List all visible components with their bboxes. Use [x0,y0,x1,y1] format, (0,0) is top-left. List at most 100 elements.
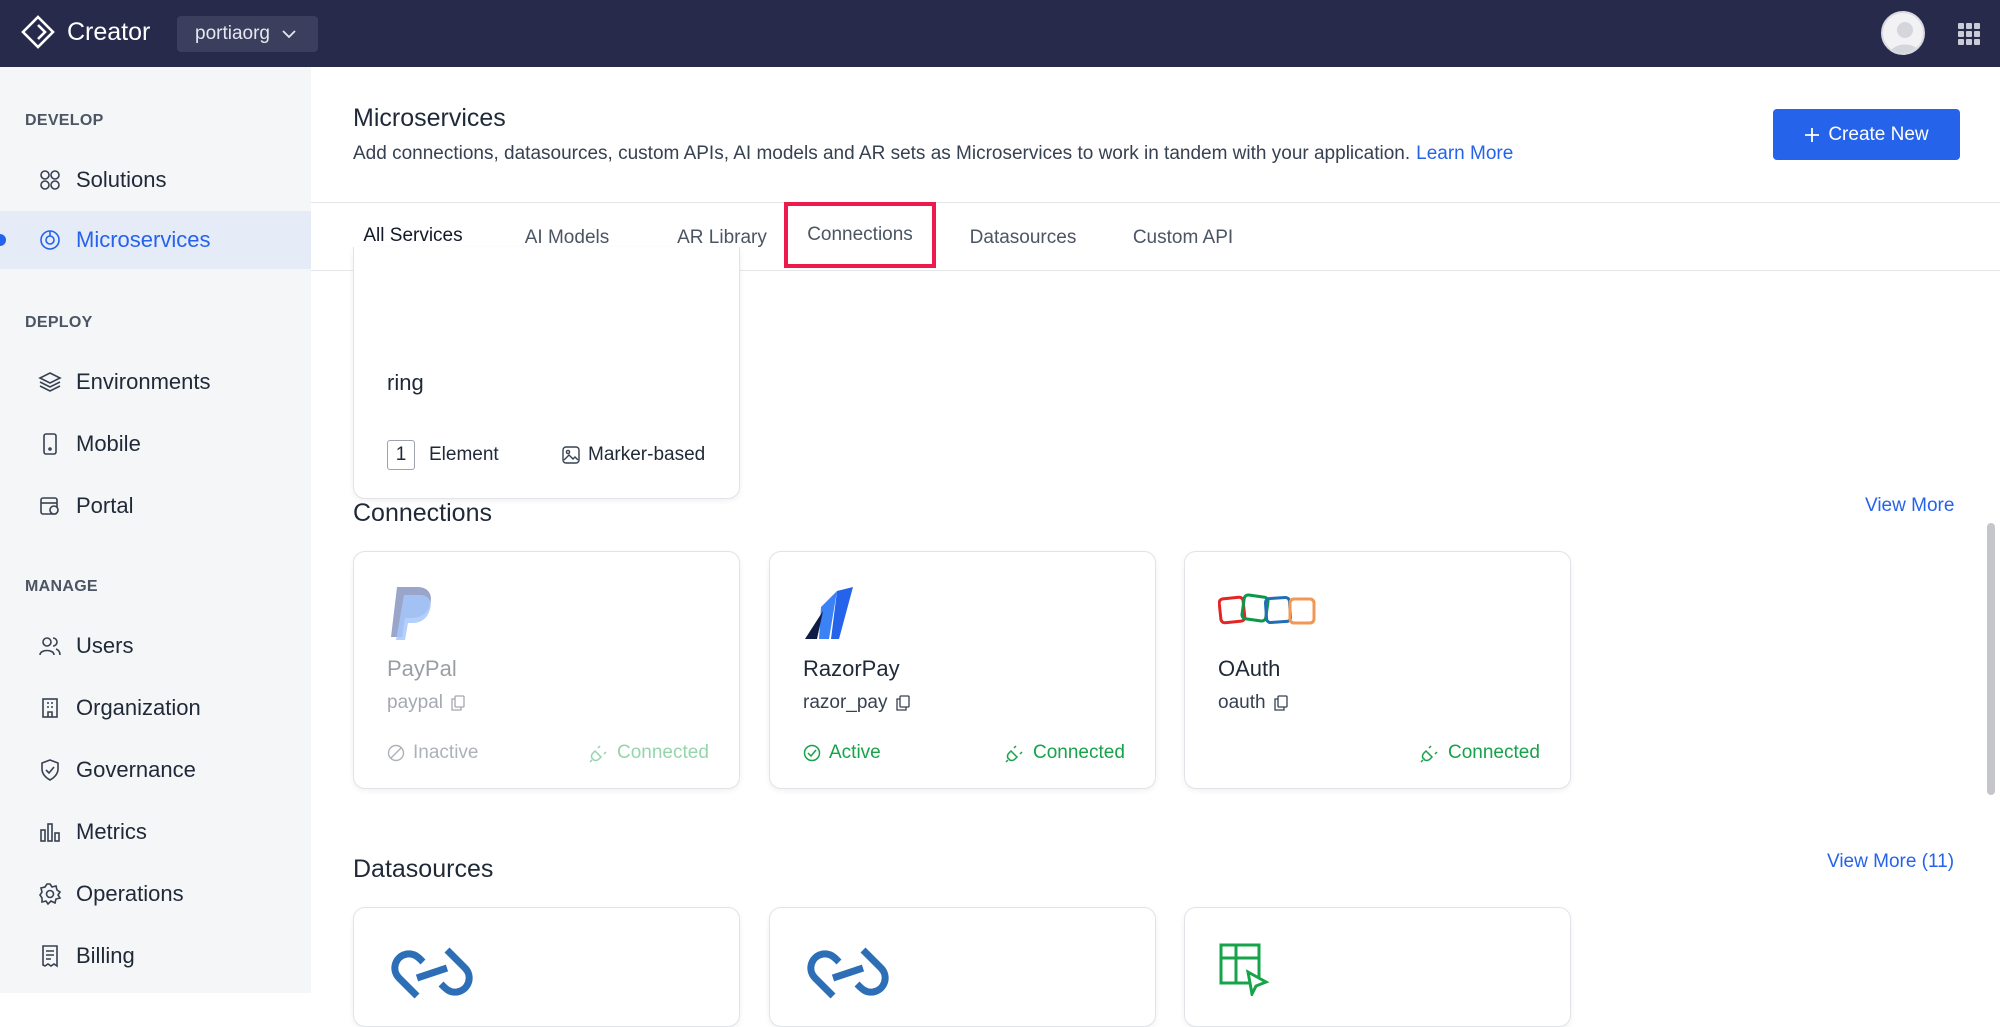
connection-name: RazorPay [803,656,900,681]
connected-text: Connected [617,742,709,763]
bar-chart-icon [40,823,60,842]
plug-icon [1420,745,1438,763]
tab-custom-api[interactable]: Custom API [1119,203,1247,272]
create-new-button[interactable]: Create New [1773,109,1960,160]
sidebar: DEVELOP Solutions Microservices DEPLOY E… [0,67,311,993]
sidebar-item-environments[interactable]: Environments [0,353,311,411]
sidebar-item-metrics[interactable]: Metrics [0,803,311,861]
plus-icon [1805,127,1820,142]
connection-id: paypal [387,692,465,714]
microservices-icon [40,230,60,250]
connected-text: Connected [1448,742,1540,763]
razorpay-logo-icon [803,585,855,646]
user-avatar-icon [1889,22,1921,53]
sheet-datasource-icon [1219,943,1270,996]
grid-icon [40,170,60,190]
paypal-logo-icon [387,585,435,646]
section-develop: DEVELOP [25,112,104,129]
connection-id-text: paypal [387,692,443,713]
avatar[interactable] [1881,11,1925,55]
connection-name: OAuth [1218,656,1281,681]
sidebar-item-label: Solutions [76,167,167,192]
receipt-icon [42,945,58,968]
datasource-card[interactable] [353,907,740,1027]
ar-type-label: Marker-based [588,444,706,465]
sidebar-item-mobile[interactable]: Mobile [0,415,311,473]
datasource-card[interactable] [769,907,1156,1027]
plug-icon [1005,745,1023,763]
image-marker-icon [562,446,580,464]
sidebar-item-operations[interactable]: Operations [0,865,311,923]
sidebar-item-microservices[interactable]: Microservices [0,211,311,269]
top-bar: Creator portiaorg [0,0,2000,67]
page-title: Microservices [353,104,506,132]
connection-id: razor_pay [803,692,910,714]
connection-id: oauth [1218,692,1288,714]
layers-icon [38,372,62,392]
description-text: Add connections, datasources, custom API… [353,143,1411,164]
gear-icon [39,883,62,906]
section-deploy: DEPLOY [25,314,93,331]
connected-badge: Connected [1005,742,1125,764]
ar-card-name: ring [387,370,424,395]
chevron-down-icon [282,29,296,38]
check-circle-icon [803,744,821,762]
element-count-badge: 1 [387,440,415,470]
portal-icon [40,497,59,515]
status-text: Inactive [413,742,479,763]
copy-icon[interactable] [1273,695,1288,711]
sidebar-item-organization[interactable]: Organization [0,679,311,737]
sidebar-item-label: Governance [76,757,196,782]
zoho-logo-icon [1217,592,1318,637]
section-manage: MANAGE [25,578,98,595]
sidebar-item-label: Microservices [76,227,211,252]
status-text: Active [829,742,881,763]
connection-card-razorpay[interactable]: RazorPay razor_pay Active Connected [769,551,1156,789]
sidebar-item-label: Mobile [76,431,141,456]
datasource-card[interactable] [1184,907,1571,1027]
building-icon [42,698,58,718]
sidebar-item-label: Portal [76,493,134,518]
create-new-label: Create New [1828,123,1929,145]
page-scrollbar[interactable] [1987,523,1995,795]
sidebar-item-billing[interactable]: Billing [0,927,311,985]
tab-connections[interactable]: Connections [784,202,936,268]
element-count-label: Element [429,444,499,465]
connection-name: PayPal [387,656,457,681]
learn-more-link[interactable]: Learn More [1416,143,1513,164]
status-badge: Inactive [387,742,478,764]
sidebar-item-label: Billing [76,943,135,968]
datasources-view-more-link[interactable]: View More (11) [1827,851,1954,873]
main-content: Microservices Add connections, datasourc… [311,67,2000,1027]
copy-icon[interactable] [451,695,465,711]
creator-logo-icon[interactable] [20,14,56,50]
users-icon [39,637,61,656]
sidebar-item-solutions[interactable]: Solutions [0,151,311,209]
connected-text: Connected [1033,742,1125,763]
sidebar-item-users[interactable]: Users [0,617,311,675]
ar-card[interactable]: ring 1 Element Marker-based [353,247,740,499]
connected-badge: Connected [1420,742,1540,764]
ar-type: Marker-based [562,444,705,466]
sidebar-item-portal[interactable]: Portal [0,477,311,535]
plug-icon [589,745,607,763]
org-name: portiaorg [195,23,270,44]
connection-card-oauth[interactable]: OAuth oauth Connected [1184,551,1571,789]
mobile-icon [43,433,57,455]
app-brand: Creator [67,18,151,46]
connection-id-text: oauth [1218,692,1266,713]
tab-datasources[interactable]: Datasources [959,203,1087,272]
sidebar-item-label: Organization [76,695,201,720]
status-badge: Active [803,742,881,764]
connections-view-more-link[interactable]: View More [1865,495,1954,517]
apps-grid-icon[interactable] [1958,23,1980,45]
sidebar-item-label: Metrics [76,819,147,844]
ar-element-count: 1 Element [387,440,499,470]
connection-id-text: razor_pay [803,692,888,713]
sidebar-item-label: Operations [76,881,184,906]
copy-icon[interactable] [895,695,910,711]
shield-icon [41,759,59,781]
org-switcher[interactable]: portiaorg [177,16,318,52]
sidebar-item-governance[interactable]: Governance [0,741,311,799]
connection-card-paypal[interactable]: PayPal paypal Inactive Connected [353,551,740,789]
